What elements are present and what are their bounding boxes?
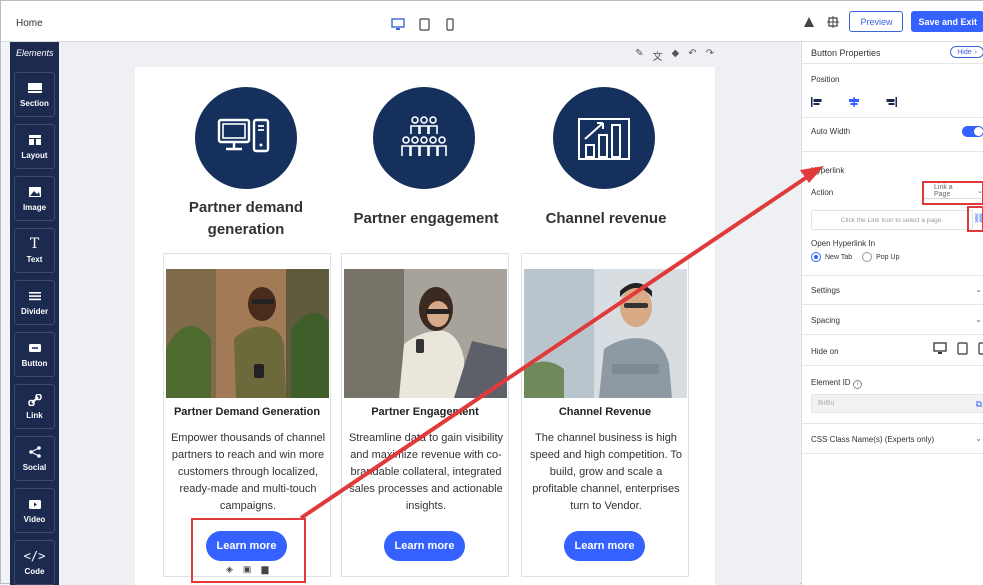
red-arrow xyxy=(299,166,824,520)
app-frame: Home Preview Save and Exit Elements Sect… xyxy=(0,0,983,585)
